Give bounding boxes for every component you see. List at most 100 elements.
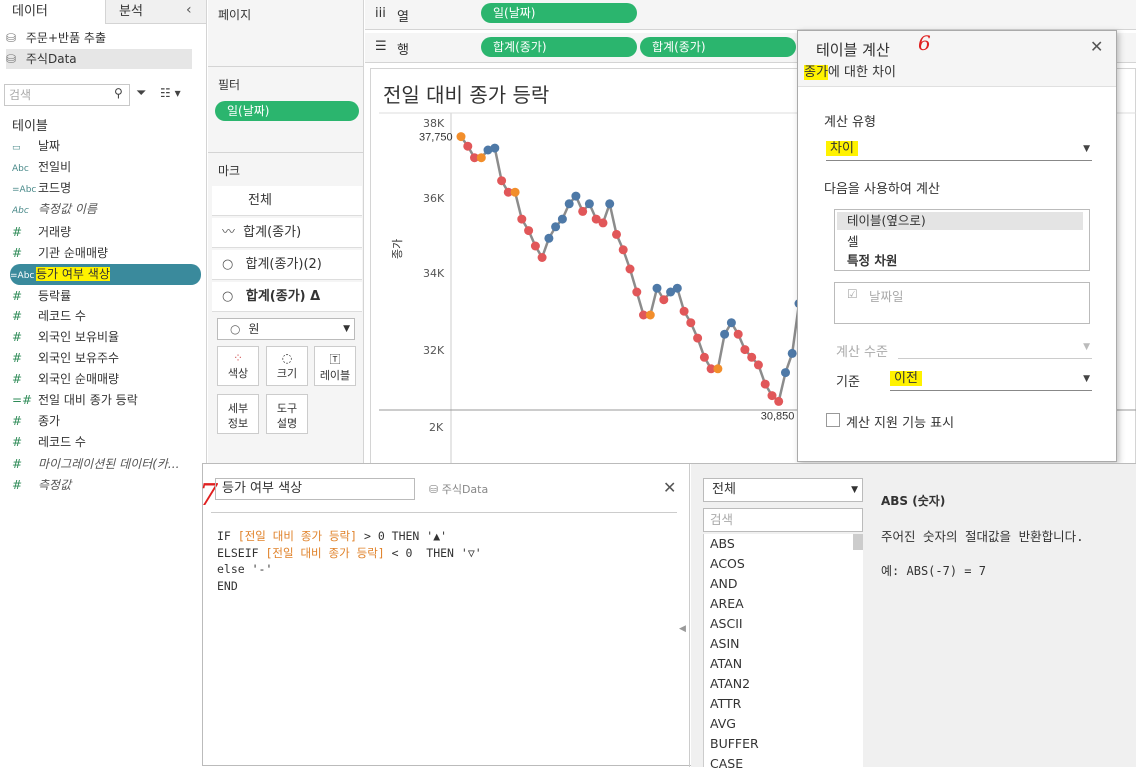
field-4[interactable]: # 거래량: [12, 222, 198, 243]
data-point[interactable]: [726, 318, 736, 328]
function-item[interactable]: AVG: [710, 716, 736, 731]
data-point[interactable]: [618, 245, 628, 255]
data-point[interactable]: [672, 283, 682, 293]
mark-type-dropdown[interactable]: ○ 원 ▼: [217, 318, 355, 340]
data-point[interactable]: [530, 241, 540, 251]
data-point[interactable]: [598, 218, 608, 228]
data-point[interactable]: [713, 364, 723, 374]
datasource-item-selected[interactable]: ⛁ 주식Data: [6, 49, 192, 69]
list-item[interactable]: 특정 차원: [847, 250, 897, 269]
list-item[interactable]: 셀: [847, 231, 859, 250]
function-item[interactable]: ASIN: [710, 636, 740, 651]
view-list-icon[interactable]: ☷ ▾: [160, 86, 181, 100]
data-point[interactable]: [578, 206, 588, 216]
field-3[interactable]: Abc 측정값 이름: [12, 199, 198, 220]
datasource-item[interactable]: ⛁ 주문+반품 추출: [6, 28, 106, 48]
helper-checkbox[interactable]: [826, 413, 840, 427]
close-icon[interactable]: ✕: [663, 478, 676, 497]
data-point[interactable]: [510, 187, 520, 197]
field-11[interactable]: # 외국인 순매매량: [12, 369, 198, 390]
data-point[interactable]: [720, 329, 730, 339]
scrollbar[interactable]: [853, 534, 863, 550]
field-10[interactable]: # 외국인 보유주수: [12, 348, 198, 369]
field-2[interactable]: =Abc 코드명: [12, 178, 198, 199]
data-point[interactable]: [524, 226, 534, 236]
data-point[interactable]: [733, 329, 743, 339]
function-item[interactable]: ASCII: [710, 616, 743, 631]
data-point[interactable]: [774, 396, 784, 406]
field-7[interactable]: # 등락률: [12, 286, 198, 307]
function-item[interactable]: ATAN2: [710, 676, 750, 691]
data-point[interactable]: [605, 199, 615, 209]
field-5[interactable]: # 기관 순매매량: [12, 243, 198, 264]
field-8[interactable]: # 레코드 수: [12, 306, 198, 327]
data-point[interactable]: [517, 214, 527, 224]
data-point[interactable]: [787, 348, 797, 358]
data-point[interactable]: [686, 318, 696, 328]
size-button[interactable]: ◌ 크기: [266, 346, 308, 386]
data-point[interactable]: [699, 352, 709, 362]
data-point[interactable]: [652, 283, 662, 293]
color-button[interactable]: ⁘ 색상: [217, 346, 259, 386]
data-point[interactable]: [463, 141, 473, 151]
rows-pill-1[interactable]: 합계(종가): [481, 37, 637, 57]
data-point[interactable]: [753, 360, 763, 370]
data-point[interactable]: [625, 264, 635, 274]
search-icon[interactable]: ⚲: [114, 86, 123, 100]
tab-analysis[interactable]: 분석: [107, 0, 177, 24]
filter-icon[interactable]: ⏷: [136, 86, 146, 101]
field-9[interactable]: # 외국인 보유비율: [12, 327, 198, 348]
field-1[interactable]: Abc 전일비: [12, 157, 198, 178]
columns-shelf[interactable]: iii 열 일(날짜): [365, 0, 1136, 30]
compute-using-list[interactable]: 테이블(옆으로) 셀 특정 차원: [834, 209, 1090, 271]
list-item-selected[interactable]: 테이블(옆으로): [837, 212, 1083, 230]
data-point[interactable]: [740, 345, 750, 355]
function-item[interactable]: ATAN: [710, 656, 742, 671]
data-point[interactable]: [551, 222, 561, 232]
data-point[interactable]: [537, 253, 547, 262]
data-point[interactable]: [760, 379, 770, 389]
search-input[interactable]: 검색: [4, 84, 130, 106]
label-button[interactable]: 🅃 레이블: [314, 346, 356, 386]
field-0[interactable]: ▭ 날짜: [12, 136, 198, 157]
data-point[interactable]: [497, 176, 507, 186]
field-12[interactable]: =# 전일 대비 종가 등락: [12, 390, 198, 411]
function-search-input[interactable]: 검색: [703, 508, 863, 532]
calc-name-input[interactable]: 등가 여부 색상: [215, 478, 415, 500]
data-point[interactable]: [632, 287, 642, 297]
detail-button[interactable]: 세부 정보: [217, 394, 259, 434]
field-16[interactable]: # 측정값: [12, 475, 198, 496]
close-icon[interactable]: ✕: [1090, 37, 1103, 56]
data-point[interactable]: [612, 229, 621, 239]
data-point[interactable]: [490, 143, 500, 153]
marks-sum-close[interactable]: 〰 합계(종가): [212, 218, 362, 248]
tooltip-button[interactable]: 도구 설명: [266, 394, 308, 434]
chevron-left-icon[interactable]: ‹: [186, 2, 192, 18]
function-item[interactable]: AREA: [710, 596, 744, 611]
function-item[interactable]: ATTR: [710, 696, 741, 711]
data-point[interactable]: [456, 132, 466, 142]
data-point[interactable]: [645, 310, 655, 320]
field-14[interactable]: # 레코드 수: [12, 432, 198, 453]
calc-type-dropdown[interactable]: 차이 ▼: [826, 137, 1092, 161]
function-item[interactable]: ABS: [710, 536, 735, 551]
data-point[interactable]: [557, 214, 567, 224]
relative-dropdown[interactable]: 이전 ▼: [890, 367, 1092, 391]
function-item[interactable]: CASE: [710, 756, 743, 771]
function-item[interactable]: BUFFER: [710, 736, 759, 751]
collapse-icon[interactable]: ◀: [679, 624, 686, 634]
data-point[interactable]: [679, 306, 689, 316]
field-15[interactable]: # 마이그레이션된 데이터(카...: [12, 454, 198, 475]
field-6[interactable]: =Abc 등가 여부 색상: [10, 264, 201, 285]
field-13[interactable]: # 종가: [12, 411, 198, 432]
data-point[interactable]: [747, 352, 757, 362]
marks-sum-close-2[interactable]: ○ 합계(종가)(2): [212, 250, 362, 280]
function-item[interactable]: ACOS: [710, 556, 745, 571]
data-point[interactable]: [659, 295, 669, 305]
function-category-dropdown[interactable]: 전체 ▼: [703, 478, 863, 502]
data-point[interactable]: [693, 333, 703, 343]
data-point[interactable]: [564, 199, 574, 209]
function-list[interactable]: ABS ACOS AND AREA ASCII ASIN ATAN ATAN2 ATTR AVG B…: [703, 534, 863, 771]
marks-all[interactable]: 전체: [212, 186, 362, 216]
columns-pill[interactable]: 일(날짜): [481, 3, 637, 23]
